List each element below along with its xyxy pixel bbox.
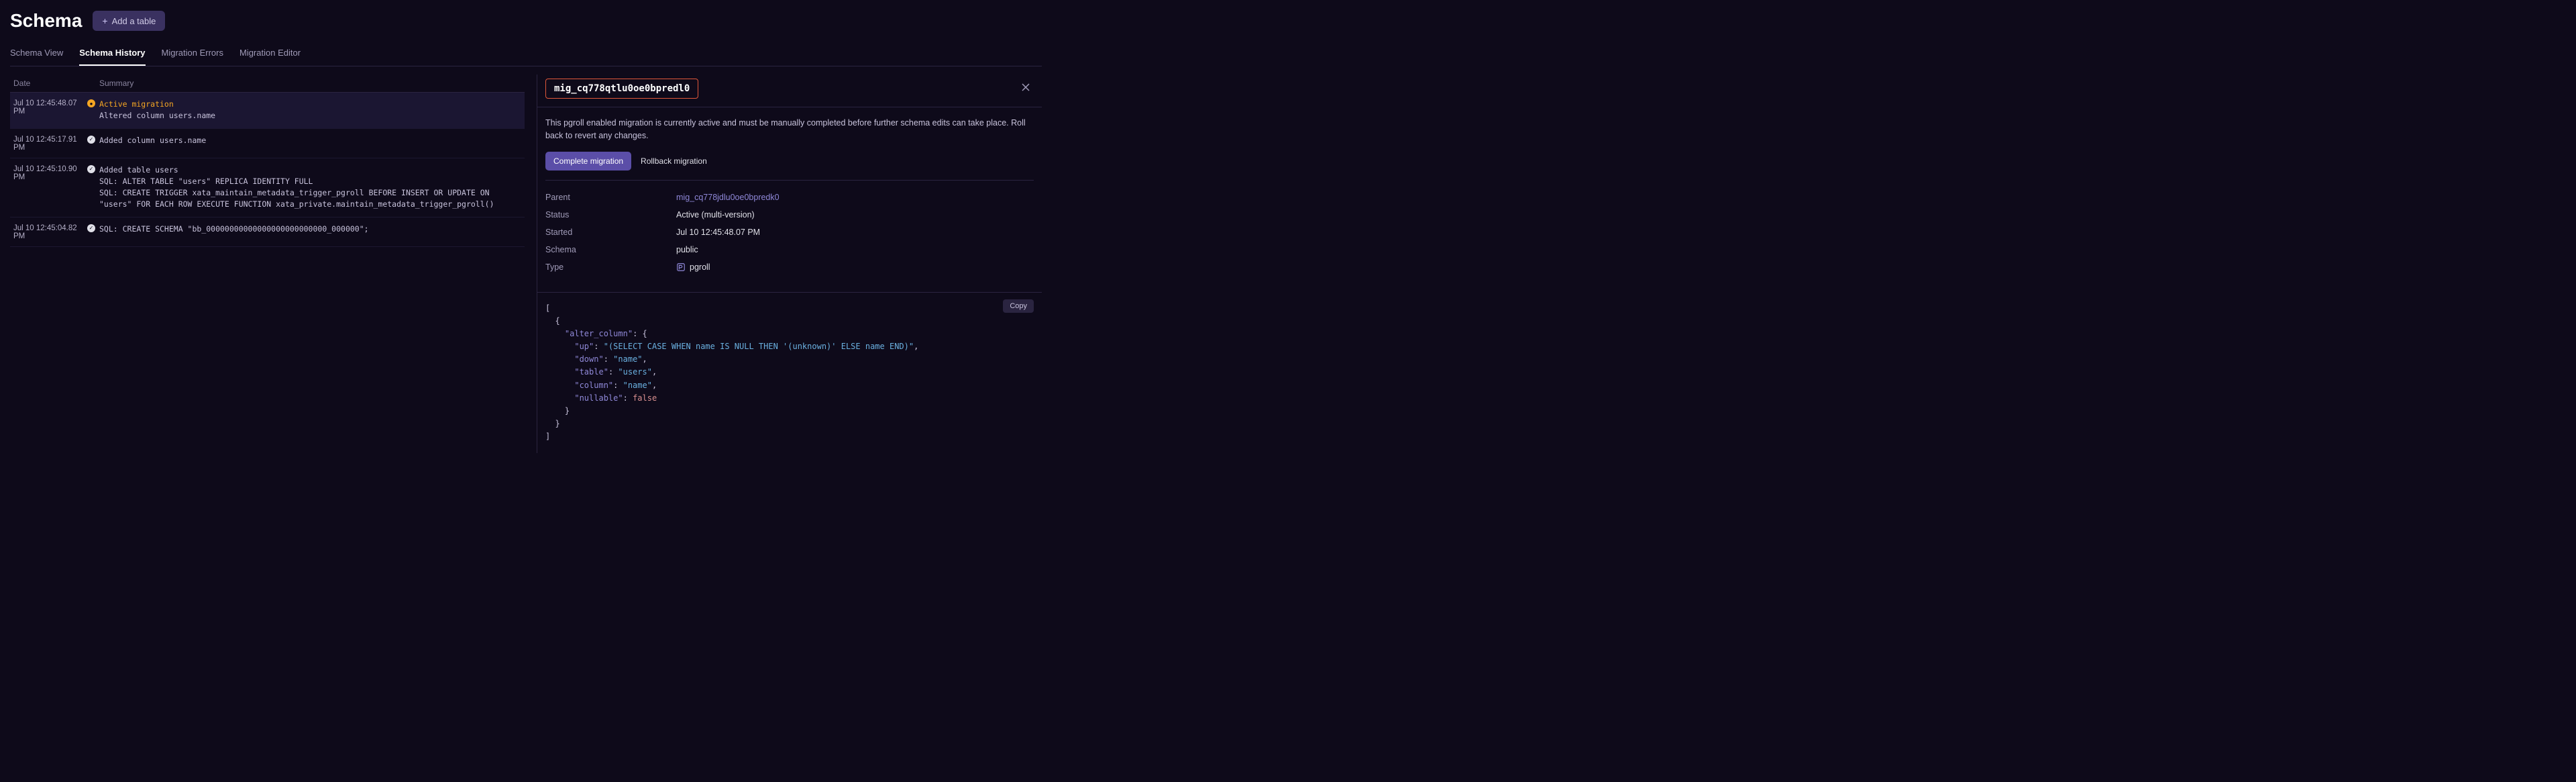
- status-done-icon: ✓: [87, 165, 95, 173]
- history-date: Jul 10 12:45:48.07 PM: [13, 99, 87, 115]
- history-row[interactable]: Jul 10 12:45:48.07 PM● Active migration A…: [10, 93, 525, 129]
- status-active-icon: ●: [87, 99, 95, 107]
- history-row[interactable]: Jul 10 12:45:04.82 PM✓ SQL: CREATE SCHEMA…: [10, 217, 525, 247]
- add-table-label: Add a table: [112, 16, 156, 26]
- page-header: Schema + Add a table: [10, 10, 1042, 32]
- history-summary: Added table users SQL: ALTER TABLE "user…: [99, 164, 521, 211]
- page-title: Schema: [10, 10, 82, 32]
- tab-schema-view[interactable]: Schema View: [10, 44, 63, 66]
- history-row[interactable]: Jul 10 12:45:10.90 PM✓ Added table users …: [10, 158, 525, 217]
- parent-label: Parent: [545, 193, 676, 202]
- schema-value: public: [676, 245, 698, 254]
- pgroll-icon: [676, 262, 686, 272]
- migration-id: mig_cq778qtlu0oe0bpredl0: [545, 79, 698, 99]
- history-summary: Active migration Altered column users.na…: [99, 99, 521, 122]
- history-date: Jul 10 12:45:17.91 PM: [13, 135, 87, 152]
- status-done-icon: ✓: [87, 136, 95, 144]
- history-summary: SQL: CREATE SCHEMA "bb_00000000000000000…: [99, 224, 521, 235]
- complete-migration-button[interactable]: Complete migration: [545, 152, 631, 170]
- detail-panel: mig_cq778qtlu0oe0bpredl0 This pgroll ena…: [537, 75, 1042, 453]
- history-header: Date Summary: [10, 75, 525, 93]
- status-value: Active (multi-version): [676, 210, 755, 219]
- tab-migration-editor[interactable]: Migration Editor: [239, 44, 301, 66]
- close-icon[interactable]: [1018, 79, 1034, 99]
- history-date: Jul 10 12:45:10.90 PM: [13, 164, 87, 181]
- parent-value[interactable]: mig_cq778jdlu0oe0bpredk0: [676, 193, 780, 202]
- tab-schema-history[interactable]: Schema History: [79, 44, 145, 66]
- column-header-summary: Summary: [99, 79, 521, 88]
- status-label: Status: [545, 210, 676, 219]
- rollback-migration-button[interactable]: Rollback migration: [641, 156, 707, 166]
- add-table-button[interactable]: + Add a table: [93, 11, 165, 31]
- type-label: Type: [545, 262, 676, 272]
- started-label: Started: [545, 228, 676, 237]
- tabs: Schema View Schema History Migration Error…: [10, 44, 1042, 66]
- tab-migration-errors[interactable]: Migration Errors: [162, 44, 223, 66]
- copy-button[interactable]: Copy: [1003, 299, 1034, 313]
- code-section: Copy [ { "alter_column": { "up": "(SELEC…: [537, 292, 1042, 453]
- started-value: Jul 10 12:45:48.07 PM: [676, 228, 760, 237]
- plus-icon: +: [102, 15, 107, 26]
- history-date: Jul 10 12:45:04.82 PM: [13, 224, 87, 240]
- history-summary: Added column users.name: [99, 135, 521, 146]
- type-value: pgroll: [676, 262, 710, 272]
- history-panel: Date Summary Jul 10 12:45:48.07 PM● Activ…: [10, 75, 525, 453]
- migration-notice: This pgroll enabled migration is current…: [545, 117, 1034, 142]
- status-done-icon: ✓: [87, 224, 95, 232]
- column-header-date: Date: [13, 79, 87, 88]
- code-block: [ { "alter_column": { "up": "(SELECT CAS…: [545, 302, 1034, 444]
- history-row[interactable]: Jul 10 12:45:17.91 PM✓ Added column users…: [10, 129, 525, 158]
- schema-label: Schema: [545, 245, 676, 254]
